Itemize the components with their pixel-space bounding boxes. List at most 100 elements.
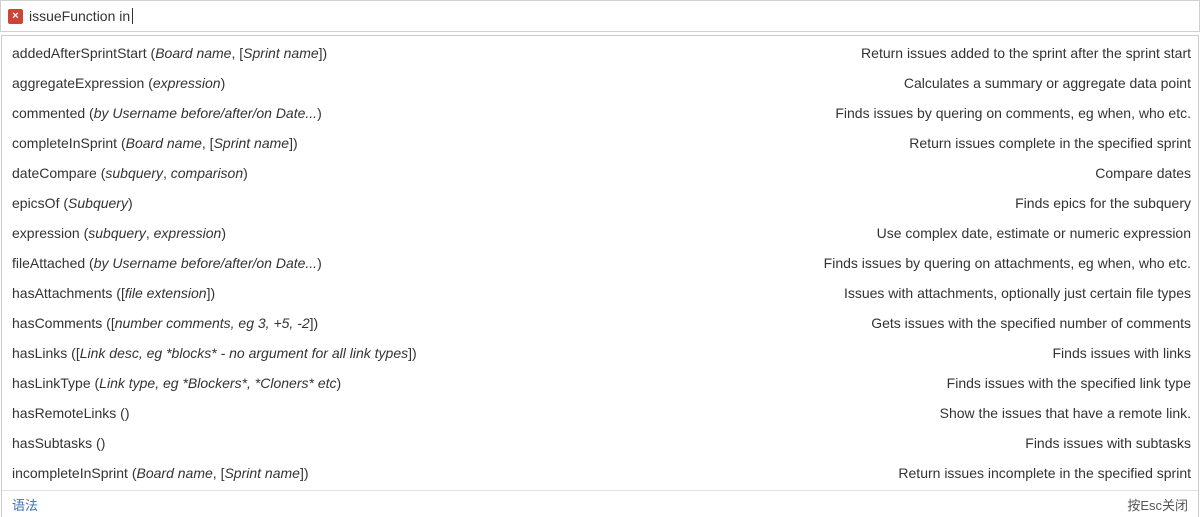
- paren-open: (: [90, 375, 100, 391]
- function-description: Gets issues with the specified number of…: [871, 315, 1191, 331]
- paren-open: (: [112, 285, 121, 301]
- paren-close: ): [313, 315, 319, 331]
- function-argument: file extension: [124, 285, 207, 301]
- function-argument: Link type, eg *Blockers*, *Cloners* etc: [99, 375, 337, 391]
- function-description: Finds issues with subtasks: [1025, 435, 1191, 451]
- suggestion-item-expression[interactable]: expression (subquery, expression) Use com…: [2, 218, 1198, 248]
- argument-punctuation: ,: [145, 225, 154, 241]
- argument-punctuation: ,: [162, 165, 171, 181]
- paren-open: (: [116, 405, 125, 421]
- function-signature: aggregateExpression (expression): [12, 75, 225, 91]
- paren-open: (: [102, 315, 111, 331]
- paren-close: ): [292, 135, 298, 151]
- function-signature: fileAttached (by Username before/after/o…: [12, 255, 322, 271]
- suggestion-item-incompleteInSprint[interactable]: incompleteInSprint (Board name, [Sprint …: [2, 458, 1198, 488]
- suggestion-item-hasLinks[interactable]: hasLinks ([Link desc, eg *blocks* - no a…: [2, 338, 1198, 368]
- function-name: epicsOf: [12, 195, 60, 211]
- function-argument: comparison: [170, 165, 244, 181]
- suggestion-item-dateCompare[interactable]: dateCompare (subquery, comparison) Compar…: [2, 158, 1198, 188]
- paren-open: (: [79, 225, 89, 241]
- function-argument: expression: [152, 75, 221, 91]
- function-name: addedAfterSprintStart: [12, 45, 147, 61]
- paren-open: (: [85, 255, 94, 271]
- paren-close: ): [322, 45, 328, 61]
- function-argument: by Username before/after/on Date...: [93, 255, 318, 271]
- paren-close: ): [127, 195, 133, 211]
- function-signature: epicsOf (Subquery): [12, 195, 133, 211]
- esc-close-hint: 按Esc关闭: [1127, 497, 1188, 513]
- function-argument: Sprint name: [224, 465, 300, 481]
- argument-punctuation: , [: [231, 45, 244, 61]
- function-name: completeInSprint: [12, 135, 118, 151]
- function-name: dateCompare: [12, 165, 97, 181]
- argument-punctuation: , [: [201, 135, 214, 151]
- function-signature: hasSubtasks (): [12, 435, 105, 451]
- function-name: incompleteInSprint: [12, 465, 128, 481]
- paren-close: ): [124, 405, 130, 421]
- function-argument: Subquery: [68, 195, 128, 211]
- function-argument: number comments, eg 3, +5, -2: [114, 315, 310, 331]
- function-argument: Link desc, eg *blocks* - no argument for…: [79, 345, 409, 361]
- paren-close: ): [243, 165, 248, 181]
- function-name: fileAttached: [12, 255, 86, 271]
- function-name: hasSubtasks: [12, 435, 93, 451]
- function-signature: completeInSprint (Board name, [Sprint na…: [12, 135, 298, 151]
- function-signature: hasLinks ([Link desc, eg *blocks* - no a…: [12, 345, 417, 361]
- suggestion-item-hasLinkType[interactable]: hasLinkType (Link type, eg *Blockers*, *…: [2, 368, 1198, 398]
- function-description: Return issues incomplete in the specifie…: [898, 465, 1191, 481]
- suggestion-item-epicsOf[interactable]: epicsOf (Subquery) Finds epics for the su…: [2, 188, 1198, 218]
- function-description: Return issues complete in the specified …: [909, 135, 1191, 151]
- function-argument: subquery: [88, 225, 146, 241]
- function-description: Use complex date, estimate or numeric ex…: [876, 225, 1191, 241]
- function-description: Compare dates: [1095, 165, 1191, 181]
- function-signature: hasRemoteLinks (): [12, 405, 130, 421]
- function-signature: expression (subquery, expression): [12, 225, 226, 241]
- function-name: hasRemoteLinks: [12, 405, 117, 421]
- paren-close: ): [221, 225, 227, 241]
- jql-search-box[interactable]: × issueFunction in: [0, 0, 1200, 32]
- suggestion-item-addedAfterSprintStart[interactable]: addedAfterSprintStart (Board name, [Spri…: [2, 38, 1198, 68]
- autocomplete-dropdown: addedAfterSprintStart (Board name, [Spri…: [1, 35, 1199, 517]
- function-signature: dateCompare (subquery, comparison): [12, 165, 248, 181]
- paren-close: ): [100, 435, 106, 451]
- function-signature: hasComments ([number comments, eg 3, +5,…: [12, 315, 318, 331]
- suggestion-item-hasSubtasks[interactable]: hasSubtasks () Finds issues with subtasks: [2, 428, 1198, 458]
- paren-close: ): [317, 105, 322, 121]
- function-signature: hasAttachments ([file extension]): [12, 285, 215, 301]
- syntax-help-link[interactable]: 语法: [12, 495, 38, 514]
- paren-open: (: [146, 45, 156, 61]
- function-name: expression: [12, 225, 80, 241]
- paren-close: ): [303, 465, 309, 481]
- function-signature: incompleteInSprint (Board name, [Sprint …: [12, 465, 309, 481]
- function-description: Finds issues with links: [1052, 345, 1192, 361]
- suggestion-item-hasRemoteLinks[interactable]: hasRemoteLinks () Show the issues that ha…: [2, 398, 1198, 428]
- function-argument: Board name: [125, 135, 202, 151]
- function-argument: Sprint name: [243, 45, 319, 61]
- function-name: hasLinks: [12, 345, 68, 361]
- paren-open: (: [127, 465, 137, 481]
- suggestion-item-fileAttached[interactable]: fileAttached (by Username before/after/o…: [2, 248, 1198, 278]
- function-signature: commented (by Username before/after/on D…: [12, 105, 322, 121]
- suggestion-item-completeInSprint[interactable]: completeInSprint (Board name, [Sprint na…: [2, 128, 1198, 158]
- paren-open: (: [85, 105, 94, 121]
- function-name: hasLinkType: [12, 375, 91, 391]
- paren-open: (: [92, 435, 101, 451]
- suggestion-item-hasComments[interactable]: hasComments ([number comments, eg 3, +5,…: [2, 308, 1198, 338]
- function-argument: Board name: [155, 45, 232, 61]
- function-name: hasAttachments: [12, 285, 113, 301]
- suggestion-item-commented[interactable]: commented (by Username before/after/on D…: [2, 98, 1198, 128]
- suggestion-item-aggregateExpression[interactable]: aggregateExpression (expression) Calculat…: [2, 68, 1198, 98]
- paren-close: ): [210, 285, 216, 301]
- function-description: Finds issues by quering on comments, eg …: [835, 105, 1191, 121]
- paren-close: ): [220, 75, 226, 91]
- function-description: Finds issues with the specified link typ…: [946, 375, 1191, 391]
- paren-close: ): [317, 255, 322, 271]
- function-description: Calculates a summary or aggregate data p…: [903, 75, 1191, 91]
- suggestion-item-hasAttachments[interactable]: hasAttachments ([file extension]) Issues …: [2, 278, 1198, 308]
- function-description: Issues with attachments, optionally just…: [843, 285, 1191, 301]
- jql-query-input[interactable]: issueFunction in: [29, 8, 429, 24]
- function-description: Return issues added to the sprint after …: [861, 45, 1191, 61]
- paren-close: ): [412, 345, 417, 361]
- argument-punctuation: , [: [212, 465, 225, 481]
- dropdown-footer: 语法 按Esc关闭: [2, 490, 1198, 517]
